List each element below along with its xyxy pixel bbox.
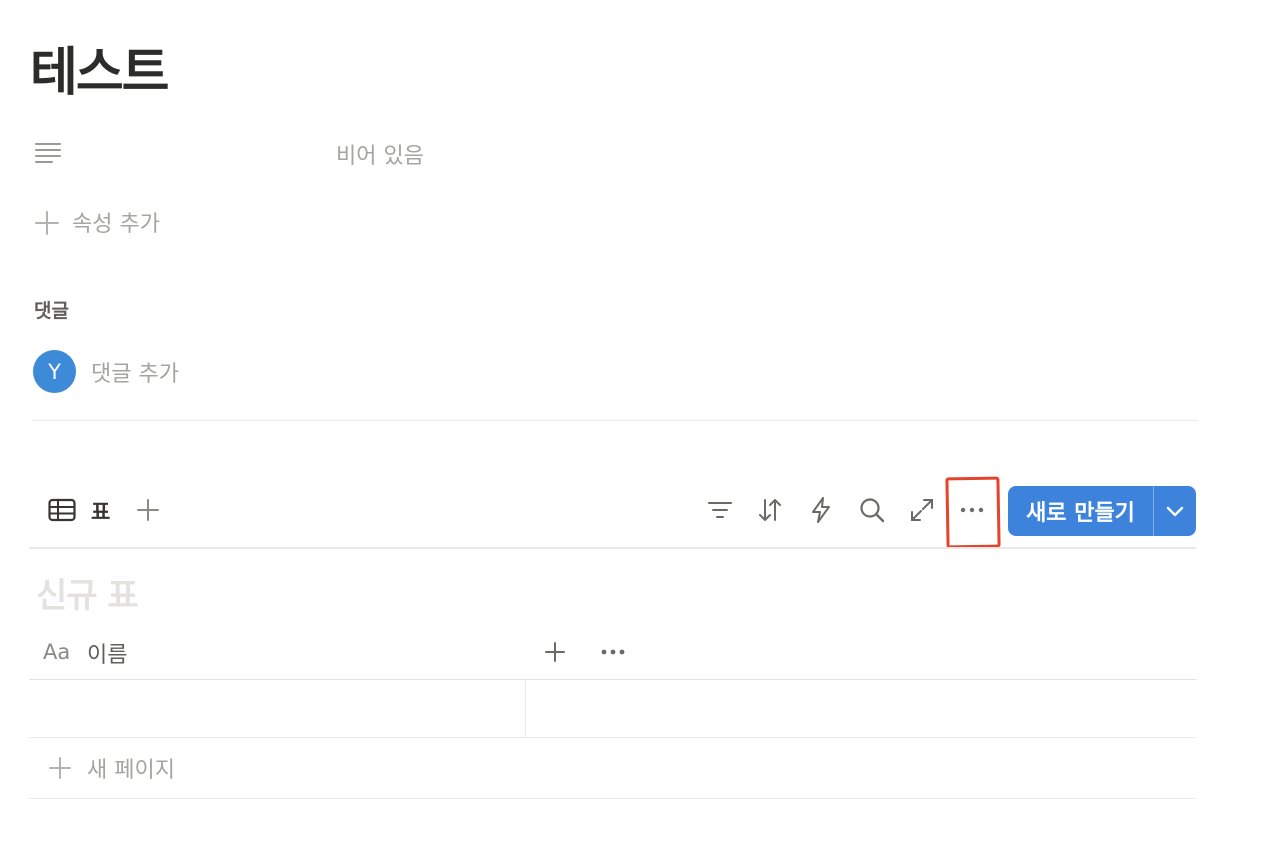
plus-icon — [35, 211, 59, 235]
table-row[interactable] — [29, 680, 1196, 738]
text-lines-icon — [35, 143, 61, 163]
text-type-icon: Aa — [43, 640, 71, 664]
page-title[interactable]: 테스트 — [30, 40, 170, 106]
view-tabs: 표 — [46, 490, 246, 530]
new-page-button[interactable]: 새 페이지 — [48, 750, 248, 786]
add-column-icon[interactable] — [543, 640, 567, 664]
add-property-label: 속성 추가 — [72, 212, 160, 237]
property-value-empty[interactable]: 비어 있음 — [336, 138, 424, 170]
add-property-button[interactable]: 속성 추가 — [34, 204, 234, 240]
new-page-label: 새 페이지 — [87, 758, 175, 783]
divider — [32, 420, 1198, 421]
comments-heading: 댓글 — [34, 300, 69, 322]
expand-icon[interactable] — [908, 496, 936, 524]
view-tabs-divider — [29, 547, 1196, 549]
table-cell-name[interactable] — [29, 680, 526, 738]
new-button[interactable]: 새로 만들기 — [1008, 486, 1153, 536]
column-more-icon[interactable] — [599, 640, 627, 664]
lightning-icon[interactable] — [807, 496, 835, 524]
new-button-group: 새로 만들기 — [1008, 486, 1196, 536]
table-bottom-divider — [29, 798, 1196, 799]
comment-composer[interactable]: Y 댓글 추가 — [33, 350, 433, 394]
table-cell-empty[interactable] — [526, 680, 1196, 738]
plus-icon — [49, 757, 71, 779]
filter-icon[interactable] — [706, 496, 734, 524]
search-icon[interactable] — [858, 496, 886, 524]
table-icon — [48, 498, 76, 522]
comment-input[interactable]: 댓글 추가 — [91, 356, 179, 388]
column-header-name[interactable]: 이름 — [87, 637, 127, 669]
page: 테스트 비어 있음 속성 추가 댓글 Y 댓글 추가 표 새로 만들기 신규 표… — [0, 0, 1272, 850]
tab-table-view[interactable]: 표 — [46, 490, 126, 530]
chevron-down-icon — [1166, 506, 1184, 517]
avatar: Y — [33, 350, 76, 393]
table-title[interactable]: 신규 표 — [36, 568, 139, 617]
highlight-annotation — [945, 476, 1001, 549]
new-button-dropdown[interactable] — [1154, 486, 1196, 536]
sort-icon[interactable] — [756, 496, 784, 524]
add-view-icon[interactable] — [136, 498, 160, 522]
column-header-row: Aa 이름 — [29, 628, 1196, 680]
tab-table-label: 표 — [91, 500, 111, 524]
property-row-description[interactable]: 비어 있음 — [34, 134, 634, 170]
row-divider — [29, 737, 1196, 738]
